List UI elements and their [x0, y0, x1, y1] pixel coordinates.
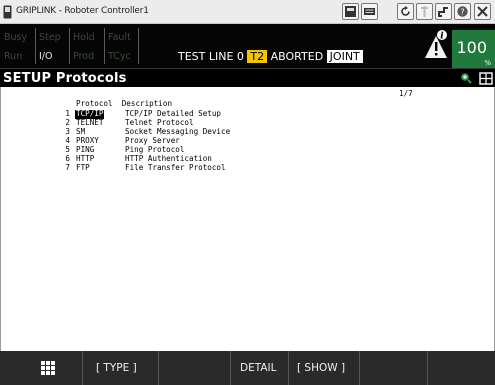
- pendant-icon: [3, 5, 12, 19]
- lamp-step: Step: [39, 32, 61, 43]
- lamp-divider: [138, 28, 139, 64]
- page-title: SETUP Protocols: [3, 71, 127, 86]
- lamp-busy: Busy: [4, 32, 28, 43]
- lamp-io: I/O: [39, 51, 53, 62]
- window-title: GRIPLINK - Roboter Controller1: [16, 6, 149, 16]
- column-header-description: Description: [121, 99, 173, 108]
- f5-button[interactable]: [360, 351, 428, 385]
- lamp-divider: [35, 28, 36, 64]
- refresh-icon[interactable]: [397, 3, 414, 20]
- warning-icon[interactable]: i: [423, 28, 449, 62]
- f1-label: [ TYPE ]: [96, 362, 137, 374]
- table-row[interactable]: 3 SM Socket Messaging Device: [62, 127, 362, 137]
- teach-pendant-icon[interactable]: [342, 3, 359, 20]
- lamp-run: Run: [4, 51, 23, 62]
- f2-button[interactable]: [159, 351, 231, 385]
- f1-type-button[interactable]: [ TYPE ]: [83, 351, 159, 385]
- lamp-prod: Prod: [73, 51, 95, 62]
- table-row[interactable]: 7 FTP File Transfer Protocol: [62, 163, 362, 173]
- next-button[interactable]: [428, 351, 495, 385]
- protocol-list-panel: 1/7 Protocol Description 1 TCP/IP TCP/IP…: [0, 87, 495, 351]
- lamp-divider: [69, 28, 70, 64]
- table-row[interactable]: 1 TCP/IP TCP/IP Detailed Setup: [62, 109, 362, 119]
- column-headers: Protocol Description: [76, 99, 173, 109]
- f4-show-button[interactable]: [ SHOW ]: [289, 351, 360, 385]
- protocol-name: FTP: [76, 163, 90, 172]
- lamp-fault: Fault: [108, 32, 131, 43]
- coord-badge: JOINT: [326, 50, 363, 63]
- f3-detail-button[interactable]: DETAIL: [231, 351, 289, 385]
- lamp-tcyc: TCyc: [108, 51, 131, 62]
- override-value: 100: [456, 38, 487, 57]
- split-screen-icon[interactable]: [479, 72, 493, 85]
- close-icon[interactable]: [474, 3, 491, 20]
- keyboard-icon[interactable]: [361, 3, 378, 20]
- override-unit: %: [484, 59, 491, 67]
- screen-header: SETUP Protocols: [0, 68, 495, 87]
- menu-button[interactable]: [0, 351, 83, 385]
- grid-icon: [41, 361, 55, 375]
- help-icon[interactable]: ?: [454, 3, 471, 20]
- table-row[interactable]: 4 PROXY Proxy Server: [62, 136, 362, 146]
- window-titlebar: GRIPLINK - Roboter Controller1 ?: [0, 0, 495, 24]
- gripper-icon[interactable]: [416, 3, 433, 20]
- svg-text:i: i: [440, 32, 444, 42]
- execution-state: ABORTED: [270, 50, 324, 63]
- row-number: 7: [65, 163, 70, 172]
- robot-arm-icon[interactable]: [435, 3, 452, 20]
- f3-label: DETAIL: [240, 362, 277, 374]
- column-header-protocol: Protocol: [76, 99, 113, 108]
- page-indicator: 1/7: [399, 89, 413, 98]
- f4-label: [ SHOW ]: [297, 362, 346, 374]
- table-row[interactable]: 5 PING Ping Protocol: [62, 145, 362, 155]
- protocol-description: File Transfer Protocol: [125, 163, 226, 172]
- override-indicator[interactable]: 100 %: [452, 30, 495, 68]
- program-status-line[interactable]: TEST LINE 0 T2 ABORTED JOINT: [178, 50, 363, 63]
- zoom-icon[interactable]: [460, 72, 472, 84]
- lamp-hold: Hold: [73, 32, 95, 43]
- svg-text:?: ?: [460, 8, 464, 17]
- lamp-divider: [104, 28, 105, 64]
- program-line-label: TEST LINE 0: [178, 50, 244, 63]
- mode-badge: T2: [247, 50, 268, 63]
- function-key-bar: [ TYPE ] DETAIL [ SHOW ]: [0, 351, 495, 385]
